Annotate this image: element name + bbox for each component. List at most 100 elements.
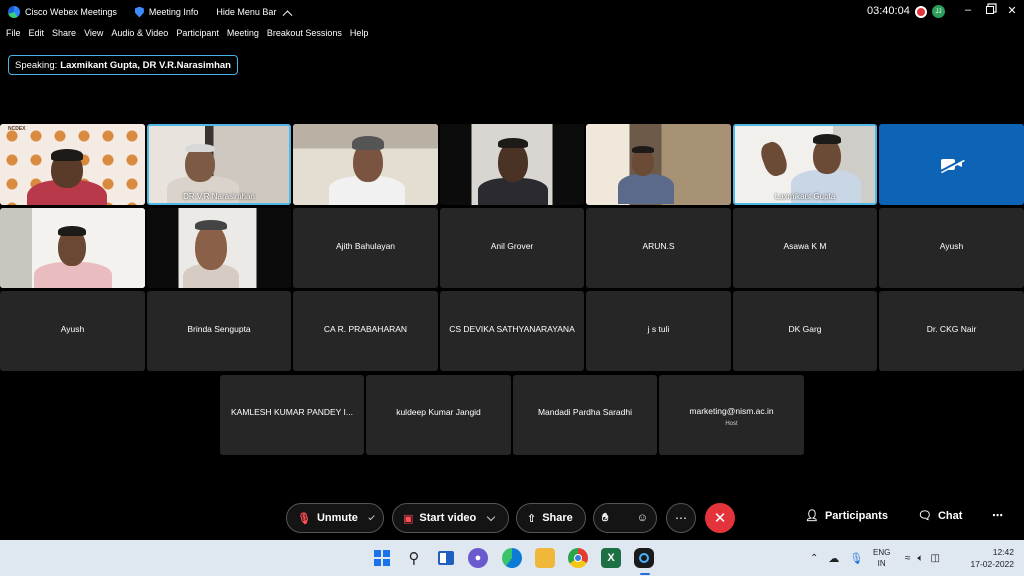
video-tile[interactable]: [0, 208, 145, 288]
chrome-icon: [574, 554, 582, 562]
meeting-info-label: Meeting Info: [148, 7, 199, 17]
language-indicator[interactable]: ENG IN: [873, 540, 890, 576]
clock[interactable]: 12:42 17-02-2022: [962, 540, 1014, 576]
participant-tile[interactable]: kuldeep Kumar Jangid: [366, 375, 511, 455]
participants-button[interactable]: 👤︎ Participants: [805, 509, 888, 523]
menu-participant[interactable]: Participant: [176, 28, 219, 42]
participant-tile[interactable]: j s tuli: [586, 291, 731, 371]
ncdex-logo: NCDEX: [8, 126, 26, 132]
excel-icon: X: [607, 552, 615, 564]
video-tile-laxmikant[interactable]: Laxmikant Gupta: [733, 124, 877, 205]
raise-hand-icon[interactable]: ✋︎: [602, 512, 608, 525]
participant-tile[interactable]: Ayush: [879, 208, 1024, 288]
video-tile[interactable]: [586, 124, 731, 205]
participant-tile[interactable]: Asawa K M: [733, 208, 877, 288]
video-tile[interactable]: [440, 124, 584, 205]
menu-breakout-sessions[interactable]: Breakout Sessions: [267, 28, 342, 42]
excel-button[interactable]: X: [601, 548, 621, 568]
participant-name: Ajith Bahulayan: [335, 241, 396, 251]
chat-label: Chat: [937, 509, 963, 522]
video-tile[interactable]: [147, 208, 291, 288]
taskbar-date: 17-02-2022: [970, 559, 1014, 569]
search-button[interactable]: ⚲: [404, 548, 424, 568]
search-icon: ⚲: [408, 550, 420, 567]
participant-tile[interactable]: CS DEVIKA SATHYANARAYANA: [440, 291, 584, 371]
cloud-icon[interactable]: ☁: [828, 552, 839, 565]
more-panels-button[interactable]: ⋯: [992, 509, 1003, 522]
more-options-button[interactable]: ⋯: [666, 503, 696, 533]
menu-view[interactable]: View: [84, 28, 103, 42]
video-tile[interactable]: NCDEX: [0, 124, 145, 205]
speaking-indicator: Speaking: Laxmikant Gupta, DR V.R.Narasi…: [8, 55, 238, 75]
leave-meeting-button[interactable]: ✕: [705, 503, 735, 533]
microphone-icon[interactable]: 🎙︎: [849, 552, 863, 565]
participant-name: Mandadi Pardha Saradhi: [537, 407, 633, 417]
close-icon: ✕: [1007, 4, 1017, 17]
participant-tile[interactable]: ARUN.S: [586, 208, 731, 288]
speaking-label: Speaking:: [15, 59, 58, 71]
participant-name: Anil Grover: [490, 241, 534, 251]
windows-logo-icon: [374, 550, 390, 566]
menu-edit[interactable]: Edit: [29, 28, 45, 42]
chevron-up-icon[interactable]: ⌃: [810, 553, 818, 564]
speaking-names: Laxmikant Gupta, DR V.R.Narasimhan: [60, 59, 231, 71]
teams-chat-button[interactable]: ●: [468, 548, 488, 568]
unmute-button[interactable]: 🎙︎ Unmute: [286, 503, 384, 533]
participant-name: Ayush: [939, 241, 964, 251]
video-tile-camera-off[interactable]: [879, 124, 1024, 205]
webex-logo-icon: [8, 6, 20, 18]
participant-tile[interactable]: Ajith Bahulayan: [293, 208, 438, 288]
start-button[interactable]: [372, 548, 392, 568]
widgets-button[interactable]: [436, 548, 456, 568]
participant-name: ARUN.S: [642, 241, 675, 251]
chat-button[interactable]: 🗨︎ Chat: [918, 509, 963, 523]
participant-tile[interactable]: Anil Grover: [440, 208, 584, 288]
participant-name: Brinda Sengupta: [187, 324, 251, 334]
menu-file[interactable]: File: [6, 28, 21, 42]
recording-icon[interactable]: [915, 6, 927, 18]
close-icon: ✕: [713, 510, 727, 527]
participant-tile[interactable]: Ayush: [0, 291, 145, 371]
menu-audio-video[interactable]: Audio & Video: [111, 28, 168, 42]
avatar[interactable]: JJ: [932, 5, 945, 18]
tile-name: Laxmikant Gupta: [774, 192, 836, 201]
video-off-icon: ▣: [403, 512, 414, 525]
meeting-info-button[interactable]: Meeting Info: [134, 6, 199, 18]
participant-tile[interactable]: CA R. PRABAHARAN: [293, 291, 438, 371]
start-video-button[interactable]: ▣ Start video: [392, 503, 509, 533]
edge-button[interactable]: [502, 548, 522, 568]
close-button[interactable]: ✕: [1005, 3, 1019, 17]
camera-off-icon: [940, 157, 964, 172]
emoji-icon[interactable]: ☺: [637, 512, 648, 524]
participant-tile[interactable]: KAMLESH KUMAR PANDEY I...: [220, 375, 364, 455]
participant-name: marketing@nism.ac.in: [689, 406, 774, 416]
chrome-button[interactable]: [568, 548, 588, 568]
video-tile[interactable]: [293, 124, 438, 205]
maximize-button[interactable]: [983, 3, 997, 17]
ellipsis-icon: ⋯: [675, 511, 687, 525]
participant-tile-host[interactable]: marketing@nism.ac.in Host: [659, 375, 804, 455]
minimize-icon: –: [964, 4, 972, 16]
menu-meeting[interactable]: Meeting: [227, 28, 259, 42]
chevron-down-icon[interactable]: [487, 512, 496, 521]
minimize-button[interactable]: –: [961, 3, 975, 17]
host-badge: Host: [725, 421, 738, 427]
file-explorer-button[interactable]: [535, 548, 555, 568]
participant-tile[interactable]: DK Garg: [733, 291, 877, 371]
meeting-timer: 03:40:04: [867, 5, 910, 17]
app-title: Cisco Webex Meetings: [8, 6, 117, 18]
status-icons[interactable]: ≈ 🔈︎ ◫: [905, 540, 940, 576]
participant-name: CS DEVIKA SATHYANARAYANA: [449, 324, 575, 334]
menu-help[interactable]: Help: [350, 28, 369, 42]
webex-button[interactable]: [634, 548, 654, 568]
language-top: ENG: [873, 548, 891, 557]
share-button[interactable]: ⇧ Share: [516, 503, 586, 533]
hide-menu-bar-button[interactable]: Hide Menu Bar: [216, 7, 293, 20]
chevron-down-icon[interactable]: [368, 513, 375, 520]
video-tile-narasimhan[interactable]: DR V.R.Narasimhan: [147, 124, 291, 205]
participant-tile[interactable]: Dr. CKG Nair: [879, 291, 1024, 371]
menu-share[interactable]: Share: [52, 28, 76, 42]
participant-tile[interactable]: Mandadi Pardha Saradhi: [513, 375, 657, 455]
participant-tile[interactable]: Brinda Sengupta: [147, 291, 291, 371]
webex-icon: [639, 553, 649, 563]
